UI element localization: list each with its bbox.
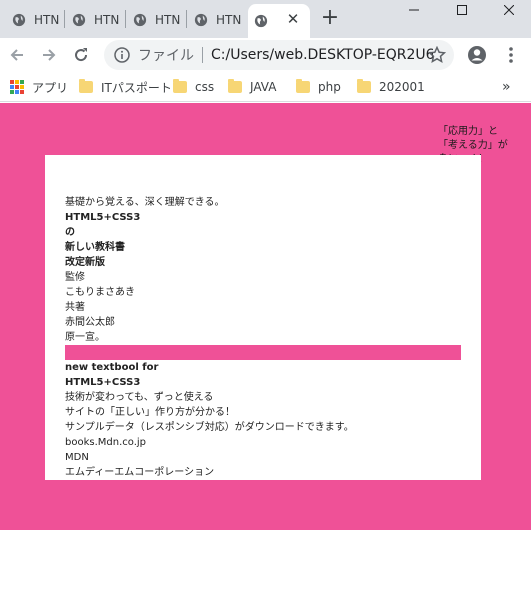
coauthor-name: 原一宣。: [65, 332, 105, 343]
reload-icon[interactable]: [67, 41, 95, 69]
apps-shortcut[interactable]: アプリ: [10, 78, 68, 96]
back-icon[interactable]: [3, 41, 31, 69]
apps-label: アプリ: [32, 80, 69, 95]
publisher-url: books.Mdn.co.jp: [65, 437, 147, 448]
browser-tab[interactable]: HTN: [194, 6, 241, 34]
menu-icon[interactable]: [497, 41, 525, 69]
browser-tab[interactable]: HTN: [133, 6, 180, 34]
bookmark-folder[interactable]: JAVA: [228, 78, 276, 96]
browser-tab[interactable]: HTN: [12, 6, 59, 34]
edition-line: 改定新版: [65, 257, 105, 268]
globe-icon: [194, 13, 208, 27]
supervisor-label: 監修: [65, 272, 85, 283]
forward-icon[interactable]: [35, 41, 63, 69]
description-line: 技術が変わっても、ずっと使える: [65, 392, 214, 403]
description-line: サンプルデータ（レスポンシブ対応）がダウンロードできます。: [65, 422, 354, 433]
minimize-icon[interactable]: [392, 0, 436, 20]
tagline: 基礎から覚える、深く理解できる。: [65, 197, 225, 208]
toolbar: ファイル C:/Users/web.DESKTOP-EQR2U6K...: [0, 38, 531, 72]
publisher-name: MDN: [65, 452, 89, 463]
publisher-corporation: エムディーエムコーポレーション: [65, 467, 215, 478]
omnibox-divider: [202, 47, 203, 63]
coauthor-name: 赤間公太郎: [65, 317, 115, 328]
address-bar[interactable]: ファイル C:/Users/web.DESKTOP-EQR2U6K...: [104, 40, 454, 70]
title-line: 新しい教科書: [65, 242, 125, 253]
title-line: HTML5+CSS3: [65, 212, 141, 223]
coauthor-label: 共著: [65, 302, 85, 313]
close-tab-icon[interactable]: ✕: [286, 12, 300, 27]
bookmark-folder[interactable]: 202001: [357, 78, 425, 96]
globe-icon: [72, 13, 86, 27]
maximize-icon[interactable]: [440, 0, 484, 20]
browser-tab[interactable]: HTN: [72, 6, 119, 34]
window-close-icon[interactable]: [487, 0, 531, 20]
apps-grid-icon: [10, 80, 24, 94]
tab-title: HTN: [94, 13, 120, 27]
bookmark-label: 202001: [379, 80, 425, 94]
profile-avatar-icon[interactable]: [463, 41, 491, 69]
bookmark-label: php: [318, 80, 341, 94]
folder-icon: [173, 79, 187, 93]
tab-separator: [125, 10, 126, 28]
bookmark-label: css: [195, 80, 215, 94]
content-card: 基礎から覚える、深く理解できる。 HTML5+CSS3 の 新しい教科書 改定新…: [45, 155, 481, 480]
scheme-label: ファイル: [138, 48, 194, 64]
active-tab[interactable]: [248, 4, 310, 38]
tab-separator: [64, 10, 65, 28]
tab-strip: HTN HTN HTN HTN ✕ +: [0, 0, 531, 38]
aside-note-line: 「考える力」が: [438, 140, 508, 151]
tab-title: HTN: [155, 13, 181, 27]
book-text: 基礎から覚える、深く理解できる。 HTML5+CSS3 の 新しい教科書 改定新…: [65, 195, 461, 480]
globe-icon: [133, 13, 147, 27]
info-icon[interactable]: [114, 47, 130, 63]
globe-icon: [254, 14, 268, 28]
tab-title: HTN: [34, 13, 60, 27]
title-line: の: [65, 227, 75, 238]
bookmark-label: ITパスポート: [101, 80, 172, 95]
bookmark-folder[interactable]: ITパスポート: [79, 78, 172, 96]
folder-icon: [357, 79, 371, 93]
tab-separator: [186, 10, 187, 28]
bookmark-label: JAVA: [250, 80, 277, 94]
page-background: 「応用力」と 「考える力」が 身につく！ 基礎から覚える、深く理解できる。 HT…: [0, 103, 531, 530]
folder-icon: [228, 79, 242, 93]
supervisor-name: こもりまさあき: [65, 287, 135, 298]
english-title-line: new textbool for: [65, 362, 159, 373]
tab-title: HTN: [216, 13, 242, 27]
bookmark-star-icon[interactable]: [428, 46, 446, 64]
globe-icon: [12, 13, 26, 27]
url-text[interactable]: C:/Users/web.DESKTOP-EQR2U6K...: [211, 47, 433, 63]
english-title-line: HTML5+CSS3: [65, 377, 141, 388]
bookmarks-bar: アプリ ITパスポート css JAVA php 202001 »: [0, 72, 531, 102]
new-tab-button[interactable]: +: [318, 6, 342, 30]
folder-icon: [79, 79, 93, 93]
bookmark-folder[interactable]: css: [173, 78, 214, 96]
description-line: サイトの「正しい」作り方が分かる！: [65, 407, 235, 418]
bookmark-folder[interactable]: php: [296, 78, 341, 96]
aside-note-line: 「応用力」と: [438, 126, 498, 137]
bookmarks-overflow-button[interactable]: »: [502, 78, 511, 96]
divider-bar: [65, 345, 461, 360]
folder-icon: [296, 79, 310, 93]
